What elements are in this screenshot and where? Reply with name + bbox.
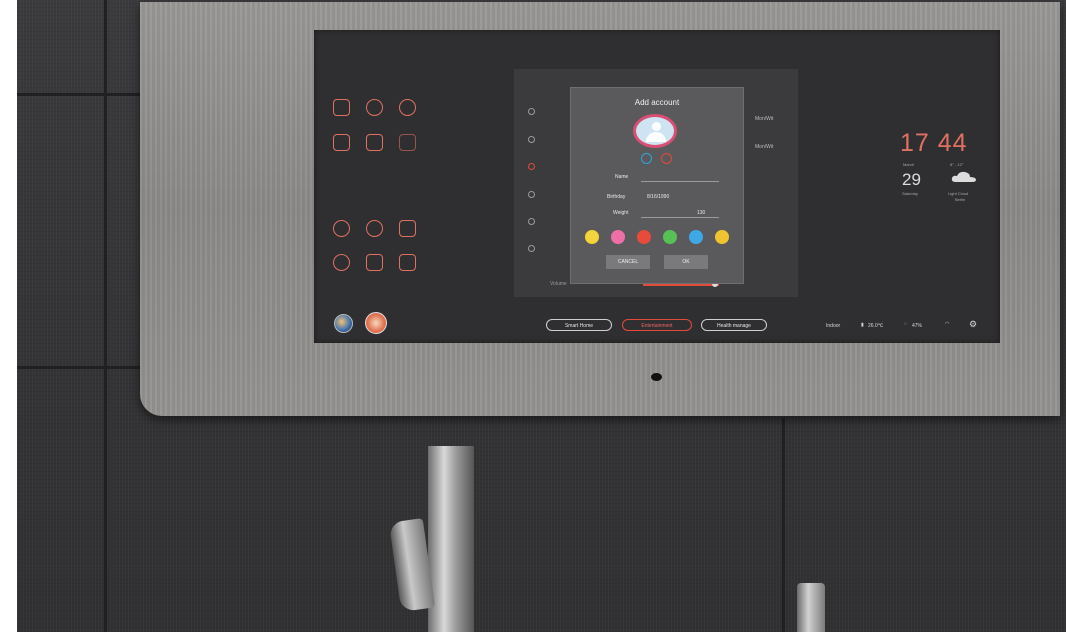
weight-value: 130 [697,210,706,216]
bathroom-scene: Mon/Wit Mon/Wit Volume Add account Name … [0,0,1066,632]
weight-field[interactable] [641,217,719,218]
ok-button[interactable]: OK [664,255,708,269]
avatar[interactable] [633,114,677,148]
faucet [428,446,474,632]
thermometer-icon: ▮ [861,322,864,328]
humidity-icon: ◌ [904,321,907,327]
app-icon-settings[interactable] [333,99,350,116]
color-swatch-blue[interactable] [689,230,703,244]
birthday-field[interactable]: 8/16/1990 [647,194,669,200]
soap-dispenser [797,583,825,632]
color-swatch-yellow[interactable] [585,230,599,244]
slider-label: Volume [550,281,567,287]
tile-joint [782,418,785,632]
birthday-label: Birthday [607,194,626,200]
menu-item-icon[interactable] [528,136,535,143]
gallery-icon[interactable] [661,153,672,164]
month-label: March [903,162,915,167]
tab-health-manage[interactable]: Health manage [701,319,767,331]
date-day: 29 [902,170,921,189]
add-account-dialog: Add account Name Birthday 8/16/1990 Weig… [570,87,744,284]
app-icon-music[interactable] [333,254,350,271]
tab-entertainment[interactable]: Entertainment [622,319,692,331]
weather-condition: Light Cloud [948,191,969,196]
name-label: Name [615,174,629,180]
weight-label: Weight [613,210,629,216]
app-icon-files[interactable] [333,134,350,151]
app-icon-more[interactable] [399,134,416,151]
settings-gear-icon[interactable]: ⚙ [969,319,977,330]
app-icon-home[interactable] [366,254,383,271]
app-icon-video[interactable] [399,254,416,271]
menu-item-icon[interactable] [528,191,535,198]
volume-slider[interactable] [643,284,719,286]
menu-item-icon[interactable] [528,163,535,170]
menu-item-icon[interactable] [528,245,535,252]
temperature-range: 8° - 12° [950,162,964,167]
app-icon-refresh[interactable] [366,220,383,237]
camera-icon[interactable] [641,153,652,164]
color-swatch-red[interactable] [637,230,651,244]
app-icon-camera[interactable] [333,220,350,237]
side-value: Mon/Wit [755,116,774,122]
person-icon [646,132,666,142]
tab-smart-home[interactable]: Smart Home [546,319,612,331]
wifi-icon[interactable]: ◠ [945,321,949,327]
dialog-title: Add account [634,98,680,107]
clock-time: 17 44 [900,129,968,157]
location-label: Indoor [826,323,841,329]
avatar[interactable] [365,312,387,334]
tile-joint [17,93,140,96]
menu-item-icon[interactable] [528,218,535,225]
person-icon [652,122,661,131]
avatar[interactable] [334,314,353,333]
menu-item-icon[interactable] [528,108,535,115]
cancel-button[interactable]: CANCEL [606,255,650,269]
cloud-icon [951,171,976,182]
app-icon-browser[interactable] [366,99,383,116]
app-icon-calendar[interactable] [366,134,383,151]
weekday-label: Saturday [902,191,919,196]
name-field[interactable] [641,181,719,182]
color-swatch-gold[interactable] [715,230,729,244]
side-value: Mon/Wit [755,144,774,150]
tile-joint [17,366,140,369]
humidity-value: 47% [912,323,923,329]
color-swatch-pink[interactable] [611,230,625,244]
app-icon-clock[interactable] [399,99,416,116]
app-icon-gallery[interactable] [399,220,416,237]
city-label: Berlin [955,197,966,202]
camera-icon [651,373,662,381]
temperature-value: 26.0℃ [868,323,884,329]
color-swatch-green[interactable] [663,230,677,244]
